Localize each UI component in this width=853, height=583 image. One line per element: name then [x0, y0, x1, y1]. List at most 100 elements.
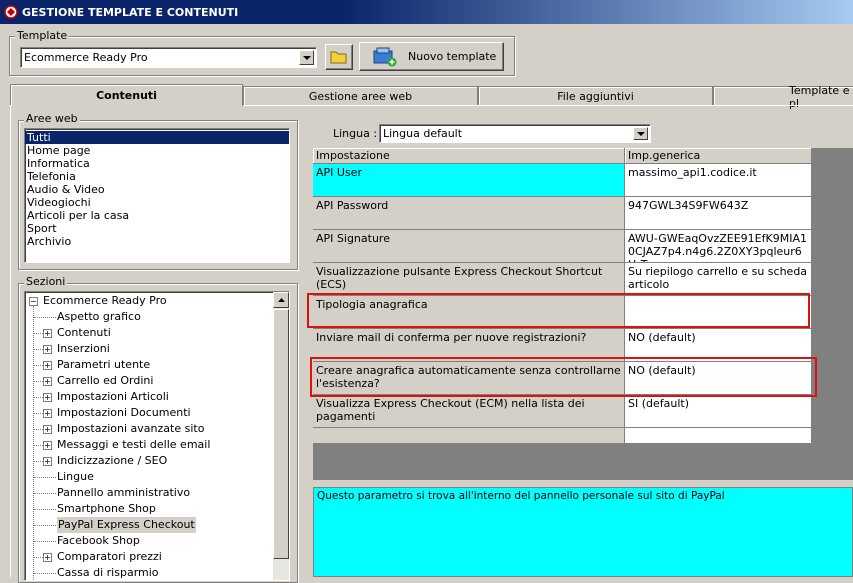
tab-contenuti[interactable]: Contenuti [10, 84, 243, 106]
tree-connector [34, 477, 56, 478]
tree-connector [34, 333, 43, 334]
tree-item[interactable]: + Indicizzazione / SEO [25, 453, 289, 469]
tree-item[interactable]: Facebook Shop [25, 533, 289, 549]
tree-item[interactable]: + Messaggi e testi delle email [25, 437, 289, 453]
tab-label: Contenuti [96, 89, 157, 102]
tree-item[interactable]: Pannello amministrativo [25, 485, 289, 501]
tab-gestione-aree-web[interactable]: Gestione aree web [243, 86, 478, 106]
aree-web-item[interactable]: Sport [25, 222, 289, 235]
expand-icon[interactable]: + [43, 393, 52, 402]
tree-connector [34, 413, 43, 414]
tree-connector [34, 365, 43, 366]
aree-web-item[interactable]: Telefonia [25, 170, 289, 183]
annotation-box-creare-anagrafica [310, 357, 817, 397]
scroll-thumb[interactable] [273, 309, 289, 559]
tree-item-label: Impostazioni avanzate sito [57, 422, 205, 435]
tree-item[interactable]: Cassa di risparmio [25, 565, 289, 580]
tree-item[interactable]: Lingue [25, 469, 289, 485]
expand-icon[interactable]: + [43, 457, 52, 466]
expand-icon[interactable]: + [43, 329, 52, 338]
grid-value-cell[interactable]: Su riepilogo carrello e su scheda artico… [625, 263, 812, 296]
sezioni-tree[interactable]: − Ecommerce Ready Pro Aspetto grafico + Co… [24, 291, 290, 581]
expand-icon[interactable]: + [43, 409, 52, 418]
title-bar: GESTIONE TEMPLATE E CONTENUTI [0, 0, 853, 24]
tree-item[interactable]: + Comparatori prezzi [25, 549, 289, 565]
tree-item-label: Aspetto grafico [57, 310, 141, 323]
grid-value-cell[interactable]: SI (default) [625, 395, 812, 428]
grid-setting-cell[interactable]: API Password [313, 197, 625, 230]
template-select[interactable]: Ecommerce Ready Pro [20, 47, 317, 68]
tab-file-aggiuntivi[interactable]: File aggiuntivi [478, 86, 713, 106]
tree-item[interactable]: Smartphone Shop [25, 501, 289, 517]
expand-icon[interactable]: + [43, 441, 52, 450]
scroll-up-button[interactable] [273, 292, 289, 308]
tree-item-label: Carrello ed Ordini [57, 374, 154, 387]
tree-connector [34, 445, 43, 446]
aree-web-item[interactable]: Home page [25, 144, 289, 157]
tree-item[interactable]: PayPal Express Checkout [25, 517, 289, 533]
tree-item[interactable]: + Impostazioni avanzate sito [25, 421, 289, 437]
tree-item-label: Inserzioni [57, 342, 110, 355]
lingua-select-value: Lingua default [383, 127, 463, 140]
sezioni-legend: Sezioni [24, 275, 68, 288]
collapse-icon[interactable]: − [29, 297, 38, 306]
expand-icon[interactable]: + [43, 377, 52, 386]
tree-item-label: Smartphone Shop [57, 502, 156, 515]
tree-connector [34, 493, 56, 494]
tree-item[interactable]: + Impostazioni Documenti [25, 405, 289, 421]
tree-item[interactable]: + Carrello ed Ordini [25, 373, 289, 389]
tree-root-label: Ecommerce Ready Pro [43, 294, 167, 307]
tree-connector [34, 509, 56, 510]
tree-item-label: Contenuti [57, 326, 111, 339]
chevron-down-icon[interactable] [633, 127, 648, 140]
aree-web-item[interactable]: Videogiochi [25, 196, 289, 209]
grid-header-imp-generica[interactable]: Imp.generica [625, 148, 812, 164]
tree-connector [34, 573, 56, 574]
grid-setting-cell[interactable]: API User [313, 164, 625, 197]
grid-empty-cell [625, 428, 812, 444]
aree-web-item[interactable]: Archivio [25, 235, 289, 248]
expand-icon[interactable]: + [43, 425, 52, 434]
aree-web-list[interactable]: Tutti Home page Informatica Telefonia Audio … [24, 128, 290, 263]
chevron-down-icon[interactable] [299, 50, 314, 65]
grid-value-cell[interactable]: AWU-GWEaqOvzZEE91EfK9MIA10CJAZ7p4.n4g6.2… [625, 230, 812, 263]
new-template-button[interactable]: Nuovo template [359, 42, 504, 71]
window-title: GESTIONE TEMPLATE E CONTENUTI [22, 5, 239, 19]
tree-connector [34, 317, 56, 318]
grid-setting-cell[interactable]: Visualizzazione pulsante Express Checkou… [313, 263, 625, 296]
tab-template[interactable]: Template e pl [713, 84, 853, 110]
tree-item[interactable]: Aspetto grafico [25, 309, 289, 325]
expand-icon[interactable]: + [43, 345, 52, 354]
sezioni-scrollbar[interactable] [273, 292, 289, 580]
grid-value-cell[interactable]: massimo_api1.codice.it [625, 164, 812, 197]
tree-item[interactable]: + Impostazioni Articoli [25, 389, 289, 405]
aree-web-legend: Aree web [24, 112, 80, 125]
lingua-label: Lingua : [333, 127, 378, 140]
expand-icon[interactable]: + [43, 553, 52, 562]
tab-label: File aggiuntivi [557, 90, 634, 103]
tree-item-label: Impostazioni Documenti [57, 406, 191, 419]
app-icon [4, 5, 18, 19]
tree-connector [34, 381, 43, 382]
tree-connector [34, 349, 43, 350]
grid-header-impostazione[interactable]: Impostazione [313, 148, 625, 164]
aree-web-item[interactable]: Informatica [25, 157, 289, 170]
grid-setting-cell[interactable]: Visualizza Express Checkout (ECM) nella … [313, 395, 625, 428]
tree-item[interactable]: + Parametri utente [25, 357, 289, 373]
expand-icon[interactable]: + [43, 361, 52, 370]
tab-divider [243, 105, 853, 106]
grid-setting-cell[interactable]: API Signature [313, 230, 625, 263]
aree-web-item[interactable]: Articoli per la casa [25, 209, 289, 222]
open-folder-button[interactable] [325, 44, 353, 70]
tree-item-label: Parametri utente [57, 358, 151, 371]
grid-value-cell[interactable]: 947GWL34S9FW643Z [625, 197, 812, 230]
lingua-select[interactable]: Lingua default [379, 124, 651, 143]
tree-item-label: PayPal Express Checkout [57, 517, 196, 533]
tree-item[interactable]: + Contenuti [25, 325, 289, 341]
aree-web-item[interactable]: Tutti [25, 131, 289, 144]
tree-root[interactable]: − Ecommerce Ready Pro [25, 293, 289, 309]
aree-web-item[interactable]: Audio & Video [25, 183, 289, 196]
tree-item[interactable]: + Inserzioni [25, 341, 289, 357]
tree-connector [34, 541, 56, 542]
tab-left-edge [10, 105, 11, 577]
